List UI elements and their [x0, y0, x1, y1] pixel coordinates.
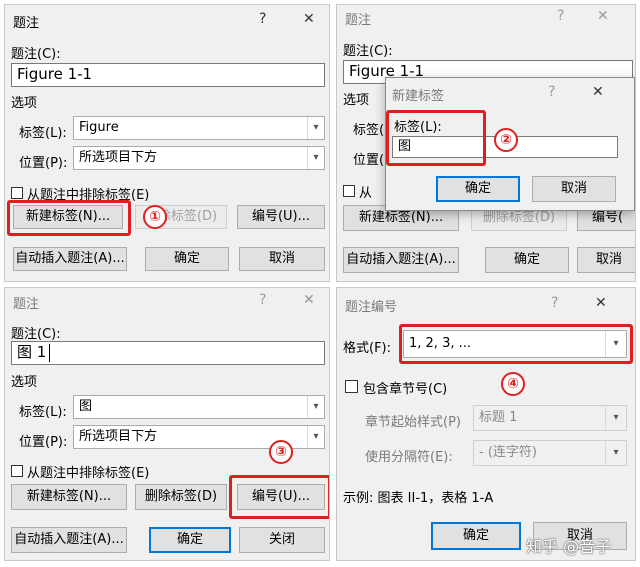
separator-select[interactable]: - (连字符) ▾ — [473, 440, 627, 466]
cancel-button[interactable]: 取消 — [239, 247, 325, 271]
position-label: 位置(P): — [19, 435, 68, 450]
new-label-dialog: 新建标签 ? ✕ 标签(L): 图 确定 取消 ② — [385, 77, 635, 211]
exclude-label-checkbox[interactable] — [11, 465, 23, 477]
step-badge: ① — [143, 205, 167, 229]
caption-input[interactable]: 图 1 — [11, 341, 325, 365]
example-text: 示例: 图表 II-1，表格 1-A — [343, 491, 494, 506]
position-label: 位置(P): — [19, 156, 68, 171]
new-label-button[interactable]: 新建标签(N)... — [13, 205, 123, 229]
chevron-down-icon[interactable]: ▾ — [605, 441, 626, 465]
format-select[interactable]: 1, 2, 3, ... ▾ — [403, 330, 627, 358]
close-button[interactable]: 关闭 — [239, 527, 325, 553]
dialog-title: 题注 — [13, 16, 40, 31]
caption-label: 题注(C): — [343, 44, 393, 59]
popup-cancel-button[interactable]: 取消 — [532, 176, 616, 202]
format-label: 格式(F): — [343, 341, 392, 356]
format-select-value: 1, 2, 3, ... — [409, 336, 472, 351]
exclude-label-text: 从 — [359, 186, 373, 201]
step-badge: ③ — [269, 440, 293, 464]
label-select[interactable]: 图 ▾ — [73, 395, 325, 419]
popup-label-label: 标签(L): — [394, 120, 442, 135]
label-label: 标签(L): — [19, 405, 67, 420]
watermark: 知乎 @音子 — [526, 537, 612, 556]
ok-button[interactable]: 确定 — [431, 522, 521, 550]
autocaption-button[interactable]: 自动插入题注(A)... — [343, 247, 459, 273]
position-select-value: 所选项目下方 — [79, 429, 158, 444]
chevron-down-icon[interactable]: ▾ — [307, 426, 324, 448]
dialog-title: 题注 — [13, 297, 40, 312]
help-icon[interactable]: ? — [259, 11, 266, 27]
chapter-style-select[interactable]: 标题 1 ▾ — [473, 405, 627, 431]
ok-button[interactable]: 确定 — [149, 527, 231, 553]
separator-label: 使用分隔符(E): — [365, 450, 453, 465]
delete-label-button[interactable]: 删除标签(D) — [135, 484, 227, 510]
step-badge: ④ — [501, 372, 525, 396]
chapter-style-value: 标题 1 — [479, 410, 518, 425]
include-chapter-checkbox[interactable] — [345, 380, 358, 393]
options-heading: 选项 — [11, 375, 38, 390]
help-icon[interactable]: ? — [548, 84, 555, 100]
caption-numbering-dialog: 题注编号 ? ✕ 格式(F): 1, 2, 3, ... ▾ 包含章节号(C) … — [336, 287, 636, 561]
numbering-button[interactable]: 编号(U)... — [237, 484, 325, 510]
autocaption-button[interactable]: 自动插入题注(A)... — [11, 527, 127, 553]
chevron-down-icon[interactable]: ▾ — [307, 147, 324, 169]
options-heading: 选项 — [11, 96, 38, 111]
close-icon[interactable]: ✕ — [303, 292, 315, 308]
ok-button[interactable]: 确定 — [145, 247, 229, 271]
label-select-value: 图 — [79, 399, 93, 414]
step-badge: ② — [494, 128, 518, 152]
exclude-label-checkbox[interactable] — [343, 185, 355, 197]
label-select-value: Figure — [79, 120, 119, 135]
caption-dialog-1: 题注 ? ✕ 题注(C): Figure 1-1 选项 标签(L): Figur… — [4, 4, 330, 282]
close-icon[interactable]: ✕ — [592, 84, 604, 100]
ok-button[interactable]: 确定 — [485, 247, 569, 273]
cancel-button[interactable]: 取消 — [577, 247, 635, 273]
options-heading: 选项 — [343, 93, 370, 108]
position-select[interactable]: 所选项目下方 ▾ — [73, 146, 325, 170]
dialog-title: 题注编号 — [345, 300, 398, 315]
caption-label: 题注(C): — [11, 47, 61, 62]
numbering-button[interactable]: 编号(U)... — [237, 205, 325, 229]
caption-input[interactable]: Figure 1-1 — [11, 63, 325, 87]
include-chapter-text: 包含章节号(C) — [363, 382, 448, 397]
chevron-down-icon[interactable]: ▾ — [307, 117, 324, 139]
separator-value: - (连字符) — [479, 445, 537, 460]
help-icon[interactable]: ? — [551, 295, 558, 311]
position-select-value: 所选项目下方 — [79, 150, 158, 165]
exclude-label-text: 从题注中排除标签(E) — [27, 188, 150, 203]
close-icon[interactable]: ✕ — [595, 295, 607, 311]
exclude-label-checkbox[interactable] — [11, 187, 23, 199]
label-select[interactable]: Figure ▾ — [73, 116, 325, 140]
chapter-style-label: 章节起始样式(P) — [365, 415, 461, 430]
caption-dialog-3: 题注 ? ✕ 题注(C): 图 1 选项 标签(L): 图 ▾ 位置(P): 所… — [4, 287, 330, 561]
help-icon[interactable]: ? — [557, 8, 564, 24]
close-icon[interactable]: ✕ — [597, 8, 609, 24]
popup-title: 新建标签 — [392, 89, 445, 104]
caption-input-value: 图 1 — [17, 343, 47, 361]
caption-label: 题注(C): — [11, 327, 61, 342]
new-label-button[interactable]: 新建标签(N)... — [11, 484, 127, 510]
chevron-down-icon[interactable]: ▾ — [605, 406, 626, 430]
popup-ok-button[interactable]: 确定 — [436, 176, 520, 202]
chevron-down-icon[interactable]: ▾ — [307, 396, 324, 418]
chevron-down-icon[interactable]: ▾ — [605, 331, 626, 357]
label-label: 标签(L): — [19, 126, 67, 141]
autocaption-button[interactable]: 自动插入题注(A)... — [13, 247, 127, 271]
dialog-title: 题注 — [345, 13, 372, 28]
exclude-label-text: 从题注中排除标签(E) — [27, 466, 150, 481]
caption-dialog-2: 题注 ? ✕ 题注(C): Figure 1-1 选项 标签(L 位置(P 从 … — [336, 4, 636, 282]
help-icon[interactable]: ? — [259, 292, 266, 308]
text-cursor — [49, 344, 50, 362]
close-icon[interactable]: ✕ — [303, 11, 315, 27]
